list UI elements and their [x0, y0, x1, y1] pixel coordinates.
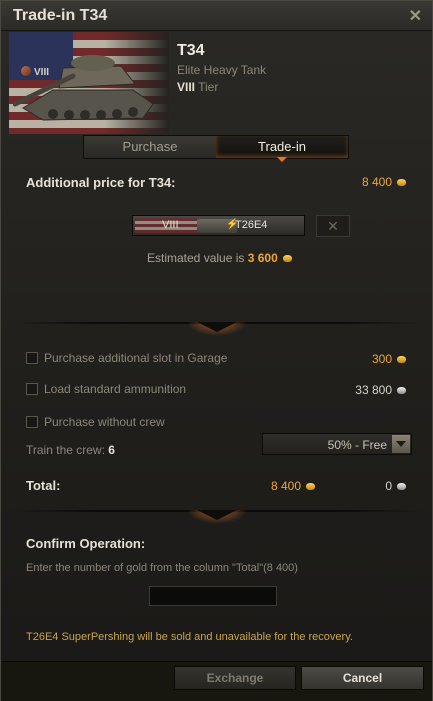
option-ammo-row[interactable]: Load standard ammunition: [26, 381, 186, 397]
gold-icon: [397, 356, 406, 363]
trade-in-dialog: Trade-in T34 ✕ VIII T34 Elite Heavy Tank…: [0, 0, 433, 701]
sale-warning: T26E4 SuperPershing will be sold and una…: [26, 631, 353, 643]
close-icon: ✕: [327, 218, 339, 234]
crew-checkbox[interactable]: [26, 416, 38, 428]
exchange-button[interactable]: Exchange: [174, 666, 296, 690]
confirm-instruction-suffix: ): [294, 562, 298, 574]
window-title: Trade-in T34: [13, 7, 108, 24]
ammo-label: Load standard ammunition: [44, 382, 187, 396]
tank-image: VIII: [9, 32, 169, 134]
slot-price-amount: 300: [371, 352, 392, 366]
gold-icon: [397, 179, 406, 186]
gold-icon: [306, 483, 316, 490]
crew-training-selected: 50% - Free: [327, 438, 387, 452]
slot-checkbox[interactable]: [26, 352, 38, 364]
slot-price: 300: [372, 352, 406, 366]
tab-purchase[interactable]: Purchase: [84, 136, 216, 158]
credits-icon: [397, 483, 406, 490]
estimated-value-prefix: Estimated value is: [147, 251, 248, 265]
remove-trade-in-button[interactable]: ✕: [316, 215, 350, 237]
tank-name: T34: [177, 42, 205, 59]
total-credits: 0: [385, 479, 406, 493]
train-crew-value: 6: [108, 443, 115, 457]
option-crew-row[interactable]: Purchase without crew: [26, 414, 165, 430]
total-gold: 8 400: [271, 479, 316, 493]
tier-badge: VIII: [21, 66, 49, 78]
slot-tank-name: T26E4: [235, 219, 268, 231]
additional-price-label: Additional price for T34:: [26, 175, 176, 190]
section-divider: [11, 510, 424, 528]
additional-price-value: 8 400: [362, 175, 406, 189]
total-gold-amount: 8 400: [271, 479, 302, 493]
gold-icon: [282, 255, 292, 262]
tank-class: Elite Heavy Tank: [177, 63, 267, 77]
confirm-title: Confirm Operation:: [26, 536, 146, 551]
active-tab-indicator: [277, 157, 287, 162]
cancel-button[interactable]: Cancel: [301, 666, 424, 690]
ammo-checkbox[interactable]: [26, 383, 38, 395]
confirm-instruction-value: 8 400: [266, 562, 295, 574]
credits-icon: [397, 387, 406, 394]
additional-price-amount: 8 400: [361, 175, 392, 189]
estimated-value-amount: 3 600: [247, 251, 278, 265]
estimated-value: Estimated value is 3 600: [147, 251, 292, 265]
ammo-price-amount: 33 800: [355, 383, 392, 397]
confirm-instruction: Enter the number of gold from the column…: [26, 562, 298, 574]
gold-confirm-input[interactable]: [149, 586, 277, 606]
crew-training-dropdown[interactable]: 50% - Free: [262, 433, 412, 455]
tank-tier: VIII Tier: [177, 80, 218, 94]
tank-icon: [13, 55, 154, 121]
option-slot-row[interactable]: Purchase additional slot in Garage: [26, 350, 227, 366]
tier-badge-text: VIII: [34, 67, 50, 78]
crew-label: Purchase without crew: [44, 415, 165, 429]
mode-tabs: Purchase Trade-in: [83, 135, 349, 159]
total-label: Total:: [26, 478, 61, 493]
chevron-down-icon[interactable]: [392, 435, 410, 453]
tank-tier-value: VIII: [177, 80, 196, 94]
total-credits-amount: 0: [385, 479, 392, 493]
confirm-instruction-prefix: Enter the number of gold from the column…: [26, 562, 267, 574]
trade-in-tank-slot[interactable]: VIII ⚡ T26E4: [132, 215, 305, 236]
tank-tier-word: Tier: [195, 80, 219, 94]
elite-icon: [21, 66, 31, 76]
tab-trade-in[interactable]: Trade-in: [216, 136, 348, 158]
section-divider: [11, 322, 424, 340]
train-crew-text: Train the crew:: [26, 443, 109, 457]
close-icon[interactable]: ✕: [409, 6, 422, 26]
title-bar[interactable]: Trade-in T34 ✕: [1, 1, 432, 31]
slot-tier: VIII: [162, 219, 179, 231]
train-crew-label: Train the crew: 6: [26, 443, 115, 457]
ammo-price: 33 800: [355, 383, 406, 397]
slot-label: Purchase additional slot in Garage: [44, 351, 228, 365]
